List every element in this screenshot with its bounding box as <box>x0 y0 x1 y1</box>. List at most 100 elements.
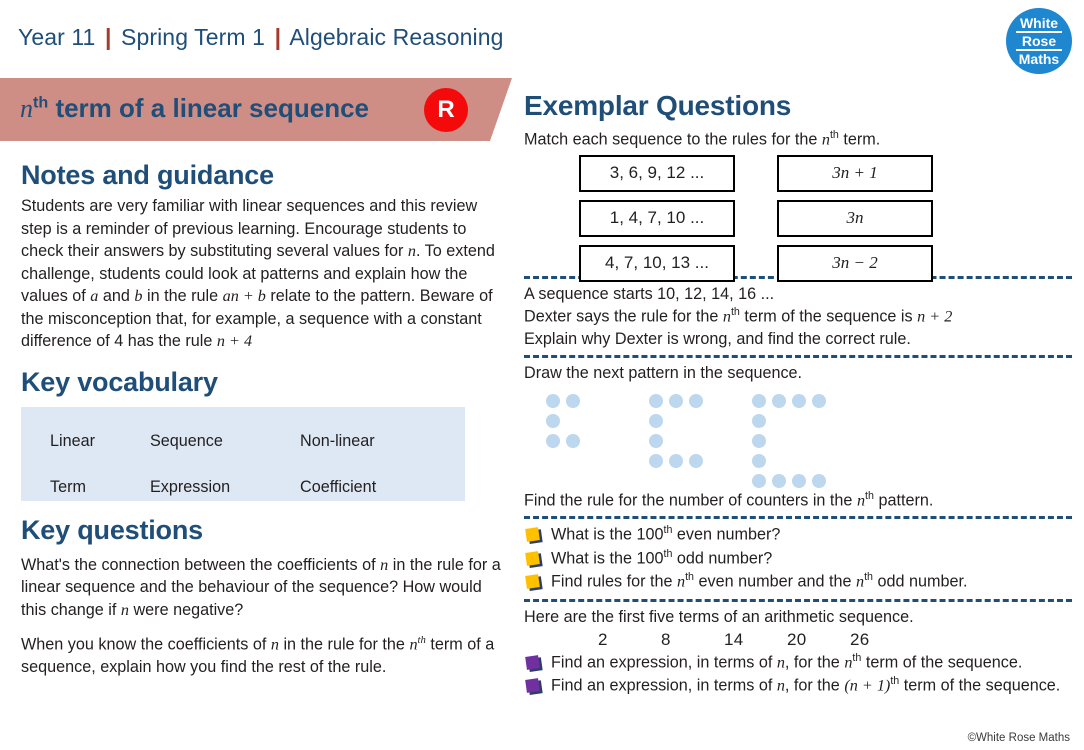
arith-bullet-1-var-n-1: n <box>776 653 785 672</box>
pattern-3-dot <box>812 473 826 488</box>
pattern-3-dot <box>772 393 786 408</box>
term-value: 20 <box>787 629 807 649</box>
key-questions-heading: Key questions <box>21 514 203 545</box>
pattern-3-dot <box>792 473 806 488</box>
match-boxes-group: 3, 6, 9, 12 ... 1, 4, 7, 10 ... 4, 7, 10… <box>524 154 1072 282</box>
match-prompt: Match each sequence to the rules for the… <box>524 128 1072 151</box>
diamond-bullet-icon <box>525 550 540 566</box>
worksheet-page: Year 11 | Spring Term 1 | Algebraic Reas… <box>0 0 1084 750</box>
list-item: What is the 100th odd number? <box>524 547 1072 570</box>
kq2-var-n-1: n <box>270 635 279 654</box>
key-questions-body: What's the connection between the coeffi… <box>21 554 501 679</box>
find-rule-var-n: n <box>856 490 866 509</box>
title-ordinal-suffix: th <box>33 93 49 112</box>
sequence-box-1[interactable]: 3, 6, 9, 12 ... <box>579 154 735 192</box>
right-column: Exemplar Questions Match each sequence t… <box>524 90 1072 698</box>
notes-text: Students are very familiar with linear s… <box>21 195 501 353</box>
pattern-2-dot <box>649 433 663 448</box>
arith-bullet-1-part-1: Find an expression, in terms of <box>551 653 777 672</box>
arith-bullet-2-ordinal: th <box>890 675 900 688</box>
notes-heading: Notes and guidance <box>21 160 274 190</box>
copyright-footer: ©White Rose Maths <box>967 732 1070 744</box>
diamond-bullet-icon <box>525 655 540 670</box>
match-prompt-ordinal: th <box>829 129 839 141</box>
dexter-ordinal: th <box>730 306 740 319</box>
notes-var-b: b <box>134 287 143 306</box>
term-value: 8 <box>661 629 671 649</box>
arithmetic-terms-row: 2 8 14 20 26 <box>524 630 1072 650</box>
arith-bullet-1-ordinal: th <box>852 651 862 664</box>
breadcrumb-separator-2: | <box>274 24 282 50</box>
arith-bullet-1-part-3: term of the sequence. <box>861 653 1023 672</box>
vocab-term-linear: Linear <box>50 431 95 450</box>
list-item: Find an expression, in terms of n, for t… <box>524 651 1072 674</box>
rule-box-2[interactable]: 3n <box>777 199 933 237</box>
kq2-ordinal: th <box>417 634 426 647</box>
list-item: Find an expression, in terms of n, for t… <box>524 674 1072 697</box>
arith-bullet-2-part-1: Find an expression, in terms of <box>551 676 777 695</box>
vocab-term-sequence: Sequence <box>150 431 223 450</box>
pattern-3-dot <box>772 473 786 488</box>
find-rule-part-1: Find the rule for the number of counters… <box>524 490 857 509</box>
pattern-3-dot <box>752 453 766 468</box>
exemplar-heading: Exemplar Questions <box>524 90 792 121</box>
vocabulary-box: Linear Sequence Non-linear Term Expressi… <box>21 406 465 501</box>
match-prompt-var-n: n <box>821 130 830 149</box>
pattern-2-dot <box>689 393 703 408</box>
bullet-2-part-1: What is the 100 <box>551 549 664 568</box>
white-rose-maths-logo: White Rose Maths <box>1006 8 1072 74</box>
vocab-term-expression: Expression <box>150 477 231 496</box>
review-badge: R <box>424 88 468 132</box>
counter-patterns <box>524 389 1072 488</box>
kq2-var-n-2: n <box>409 635 418 654</box>
diamond-bullet-icon <box>525 678 540 694</box>
pattern-2-dot <box>689 453 703 468</box>
notes-var-n: n <box>407 242 416 261</box>
title-rest: term of a linear sequence <box>48 93 370 123</box>
pattern-1-dot <box>566 393 580 408</box>
title-variable-n: n <box>20 94 33 123</box>
sequence-box-3[interactable]: 4, 7, 10, 13 ... <box>579 244 735 282</box>
kq2-part-2: in the rule for the <box>278 635 410 654</box>
list-item: Find rules for the nth even number and t… <box>524 570 1072 593</box>
dexter-line-1: A sequence starts 10, 12, 14, 16 ... <box>524 284 775 303</box>
key-question-1: What's the connection between the coeffi… <box>21 554 501 622</box>
bullet-3-ordinal-1: th <box>685 571 694 584</box>
term-value: 14 <box>724 629 744 649</box>
bullet-2-part-2: odd number? <box>672 549 773 568</box>
bullet-1-part-2: even number? <box>672 525 781 544</box>
pattern-1-dot <box>546 393 560 408</box>
rule-box-3[interactable]: 3n − 2 <box>777 244 933 282</box>
match-prompt-part-1: Match each sequence to the rules for the <box>524 130 822 149</box>
pattern-2-dot <box>669 393 683 408</box>
pattern-2-dot <box>669 453 683 468</box>
bullet-3-part-3: odd number. <box>873 572 968 591</box>
divider-3 <box>524 516 1072 520</box>
find-rule-ordinal: th <box>865 489 874 502</box>
diamond-bullet-icon <box>525 527 540 543</box>
pattern-3-dot <box>812 393 826 408</box>
arithmetic-intro: Here are the first five terms of an arit… <box>524 607 914 626</box>
kq1-var-n-2: n <box>120 600 129 619</box>
bullet-3-part-1: Find rules for the <box>551 572 677 591</box>
vocabulary-heading: Key vocabulary <box>21 366 218 397</box>
arithmetic-bullet-list: Find an expression, in terms of n, for t… <box>524 651 1072 698</box>
dexter-line-2: Dexter says the rule for the nth term of… <box>524 305 1072 328</box>
rule-box-1[interactable]: 3n + 1 <box>777 154 933 192</box>
dexter-line-3: Explain why Dexter is wrong, and find th… <box>524 329 911 348</box>
sequence-box-2[interactable]: 1, 4, 7, 10 ... <box>579 199 735 237</box>
list-item: What is the 100th even number? <box>524 523 1072 546</box>
key-question-2: When you know the coefficients of n in t… <box>21 633 501 678</box>
notes-rule-an-plus-b: an + b <box>222 287 266 306</box>
even-odd-bullet-list: What is the 100th even number? What is t… <box>524 523 1072 593</box>
breadcrumb-year: Year 11 <box>18 24 96 50</box>
kq1-part-1: What's the connection between the coeffi… <box>21 555 381 574</box>
term-value: 2 <box>598 629 608 649</box>
logo-line-2: Rose <box>1021 32 1057 49</box>
find-rule-prompt: Find the rule for the number of counters… <box>524 489 1072 512</box>
arith-bullet-2-part-3: term of the sequence. <box>899 676 1061 695</box>
pattern-3-dot <box>752 413 766 428</box>
find-rule-part-2: pattern. <box>873 490 934 509</box>
pattern-1-dot <box>546 413 560 428</box>
dexter-rule: n + 2 <box>917 307 953 326</box>
